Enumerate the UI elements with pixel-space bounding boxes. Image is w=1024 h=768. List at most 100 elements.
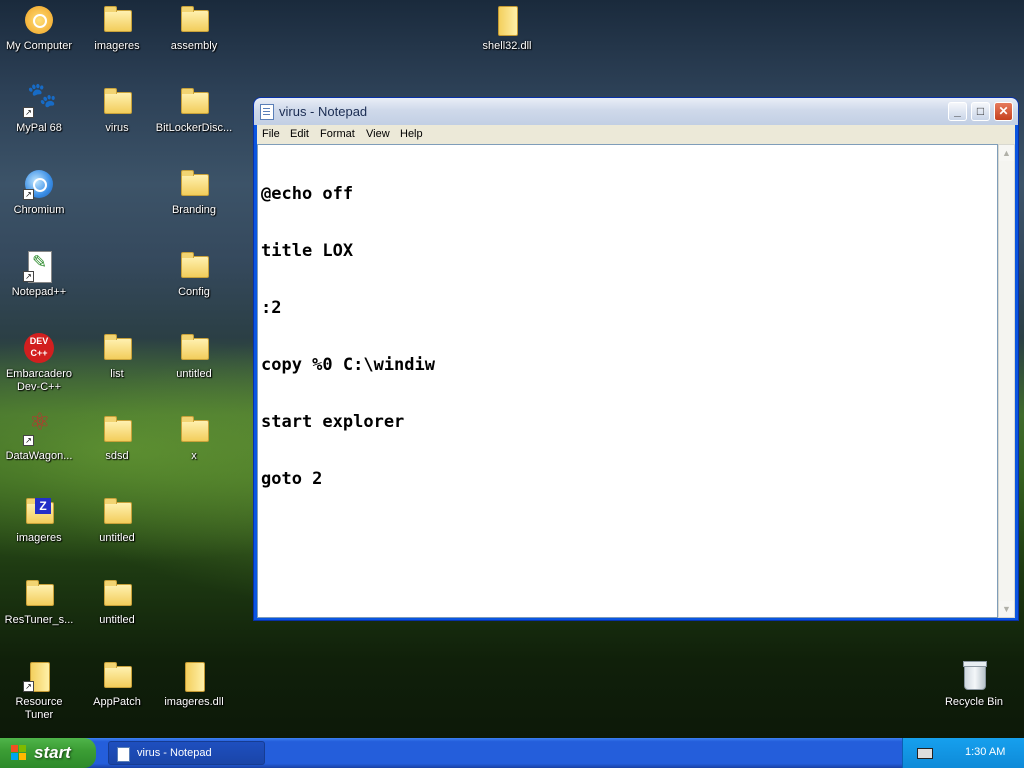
taskbar: start virus - Notepad 1:30 AM: [0, 738, 1024, 768]
text-editor[interactable]: @echo off title LOX :2 copy %0 C:\windiw…: [257, 144, 998, 618]
notepad-icon: [117, 747, 130, 762]
editor-line: goto 2: [261, 469, 323, 489]
folder-icon: [101, 332, 133, 364]
desktop-icon-label: list: [110, 368, 124, 380]
recycle-bin-icon: [958, 660, 990, 692]
desktop-icon-label: shell32.dll: [482, 40, 532, 52]
clock[interactable]: 1:30 AM: [965, 746, 1005, 758]
desktop-icon-untitled-3[interactable]: untitled: [78, 578, 156, 627]
desktop-icon-mypal[interactable]: 🐾 ↗ MyPal 68: [0, 84, 78, 135]
desktop-icon-my-computer[interactable]: My Computer: [0, 4, 78, 53]
desktop-icon-label: assembly: [170, 40, 218, 52]
folder-icon: [178, 168, 210, 200]
desktop-icon-sdsd[interactable]: sdsd: [78, 414, 156, 463]
desktop-icon-untitled-1[interactable]: untitled: [155, 332, 233, 381]
desktop-icon-label: Branding: [171, 204, 217, 216]
system-tray: 1:30 AM: [902, 738, 1024, 768]
desktop-icon-label: imageres: [16, 532, 62, 544]
folder-z-icon: Z: [23, 496, 55, 528]
folder-icon: [178, 4, 210, 36]
notepad-icon: [260, 104, 274, 120]
desktop-icon-devcpp[interactable]: DEV C++ Embarcadero Dev-C++: [0, 332, 78, 394]
desktop-icon-virus[interactable]: virus: [78, 86, 156, 135]
close-button[interactable]: ✕: [994, 102, 1013, 121]
zip-folder-icon: [491, 4, 523, 36]
computer-icon: [23, 4, 55, 36]
folder-icon: [101, 496, 133, 528]
start-button[interactable]: start: [0, 738, 96, 768]
menu-edit[interactable]: Edit: [290, 128, 309, 140]
scroll-down-icon[interactable]: ▼: [999, 601, 1014, 617]
desktop-icon-label: Resource Tuner: [15, 696, 63, 721]
desktop-icon-config[interactable]: Config: [155, 250, 233, 299]
menu-view[interactable]: View: [366, 128, 390, 140]
desktop-icon-list[interactable]: list: [78, 332, 156, 381]
start-label: start: [34, 743, 71, 762]
editor-line: @echo off: [261, 184, 354, 204]
notepad-window[interactable]: virus - Notepad _ □ ✕ File Edit Format V…: [253, 97, 1019, 621]
desktop-icon-label: Chromium: [13, 204, 65, 216]
desktop-icon-label: imageres: [94, 40, 140, 52]
menu-bar: File Edit Format View Help: [257, 125, 1015, 144]
desktop-icon-shell32[interactable]: shell32.dll: [468, 4, 546, 53]
windows-flag-icon: [11, 745, 27, 761]
editor-line: title LOX: [261, 241, 354, 261]
folder-icon: [178, 86, 210, 118]
desktop-icon-label: untitled: [99, 532, 135, 544]
desktop-icon-label: Embarcadero Dev-C++: [5, 368, 73, 393]
atom-icon: ⚛ ↗: [23, 411, 55, 446]
folder-icon: [178, 250, 210, 282]
desktop-icon-imageres-dll[interactable]: imageres.dll: [155, 660, 233, 709]
desktop-icon-resource-tuner[interactable]: ↗ Resource Tuner: [0, 660, 78, 722]
desktop-icon-x[interactable]: x: [155, 414, 233, 463]
minimize-button[interactable]: _: [948, 102, 967, 121]
desktop-icon-label: ResTuner_s...: [4, 614, 74, 626]
desktop-icon-imageres-z[interactable]: Z imageres: [0, 496, 78, 545]
desktop: My Computer 🐾↗ MyPal 68 ↗ Chromium ↗ Not…: [0, 0, 1024, 738]
desktop-icon-branding[interactable]: Branding: [155, 168, 233, 217]
desktop-icon-label: untitled: [99, 614, 135, 626]
desktop-icon-apppatch[interactable]: AppPatch: [78, 660, 156, 709]
desktop-icon-chromium[interactable]: ↗ Chromium: [0, 168, 78, 217]
menu-format[interactable]: Format: [320, 128, 355, 140]
menu-file[interactable]: File: [262, 128, 280, 140]
mypal-icon: 🐾 ↗: [23, 84, 57, 118]
desktop-icon-label: DataWagon...: [5, 450, 73, 462]
menu-help[interactable]: Help: [400, 128, 423, 140]
keyboard-icon[interactable]: [917, 748, 933, 759]
maximize-button[interactable]: □: [971, 102, 990, 121]
folder-icon: [101, 4, 133, 36]
desktop-icon-recycle-bin[interactable]: Recycle Bin: [935, 660, 1013, 709]
desktop-icon-label: Recycle Bin: [944, 696, 1004, 708]
desktop-icon-restuner[interactable]: ResTuner_s...: [0, 578, 78, 627]
desktop-icon-datawagon[interactable]: ⚛ ↗ DataWagon...: [0, 411, 78, 463]
desktop-icon-assembly[interactable]: assembly: [155, 4, 233, 53]
window-title: virus - Notepad: [279, 104, 368, 119]
desktop-icon-notepadpp[interactable]: ↗ Notepad++: [0, 250, 78, 299]
editor-line: copy %0 C:\windiw: [261, 355, 435, 375]
desktop-icon-imageres[interactable]: imageres: [78, 4, 156, 53]
desktop-icon-untitled-2[interactable]: untitled: [78, 496, 156, 545]
desktop-icon-label: imageres.dll: [164, 696, 224, 708]
editor-line: start explorer: [261, 412, 405, 432]
title-bar[interactable]: virus - Notepad _ □ ✕: [254, 98, 1018, 125]
notepadpp-icon: ↗: [23, 250, 55, 283]
folder-icon: [178, 414, 210, 446]
folder-icon: [101, 414, 133, 446]
scroll-up-icon[interactable]: ▲: [999, 145, 1014, 161]
folder-icon: [101, 578, 133, 610]
taskbar-item-notepad[interactable]: virus - Notepad: [108, 741, 265, 765]
devcpp-icon: DEV C++: [23, 332, 55, 364]
vertical-scrollbar[interactable]: ▲ ▼: [998, 144, 1015, 618]
desktop-icon-label: Notepad++: [11, 286, 67, 298]
desktop-icon-label: BitLockerDisc...: [155, 122, 233, 134]
desktop-icon-label: x: [191, 450, 197, 462]
desktop-icon-label: My Computer: [5, 40, 73, 52]
desktop-icon-label: Config: [178, 286, 210, 298]
desktop-icon-label: AppPatch: [93, 696, 141, 708]
desktop-icon-bitlocker[interactable]: BitLockerDisc...: [155, 86, 233, 135]
desktop-icon-label: untitled: [176, 368, 212, 380]
folder-icon: [101, 660, 133, 692]
zip-folder-icon: ↗: [23, 660, 55, 692]
taskbar-item-label: virus - Notepad: [137, 747, 212, 759]
